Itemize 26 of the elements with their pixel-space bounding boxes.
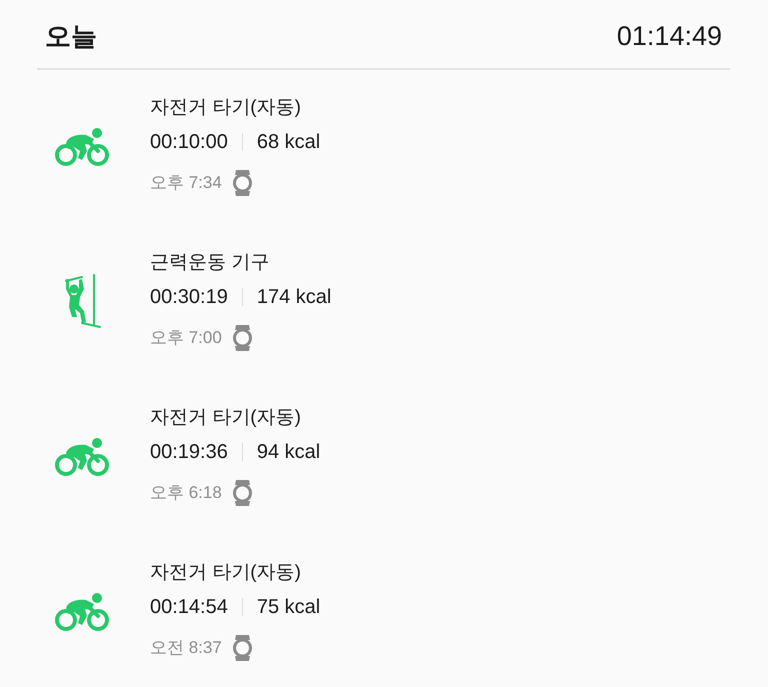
cyclist-icon (54, 126, 110, 166)
watch-icon (232, 324, 253, 352)
total-duration: 01:14:49 (616, 20, 722, 53)
workout-calories: 75 kcal (256, 595, 320, 620)
start-time: 오전 8:37 (150, 637, 222, 659)
start-time: 오후 6:18 (150, 482, 222, 504)
workout-duration: 00:19:36 (150, 440, 228, 465)
cyclist-icon (54, 436, 110, 476)
workout-calories: 94 kcal (256, 440, 320, 465)
watch-icon (232, 479, 253, 507)
start-time: 오후 7:00 (150, 327, 222, 349)
workout-duration: 00:14:54 (150, 595, 228, 620)
workout-name: 자전거 타기(자동) (150, 561, 302, 585)
start-time: 오후 7:34 (150, 172, 222, 194)
watch-icon (232, 169, 253, 197)
cyclist-icon (54, 592, 110, 632)
watch-icon (232, 634, 253, 662)
workout-calories: 174 kcal (256, 285, 332, 310)
workout-name: 근력운동 기구 (150, 251, 270, 275)
workout-duration: 00:10:00 (150, 130, 228, 155)
section-title: 오늘 (45, 20, 97, 53)
workout-name: 자전거 타기(자동) (150, 96, 302, 120)
pull-up-machine-icon (62, 272, 102, 330)
workout-calories: 68 kcal (256, 130, 320, 155)
workout-name: 자전거 타기(자동) (150, 406, 302, 430)
workout-duration: 00:30:19 (150, 285, 228, 310)
